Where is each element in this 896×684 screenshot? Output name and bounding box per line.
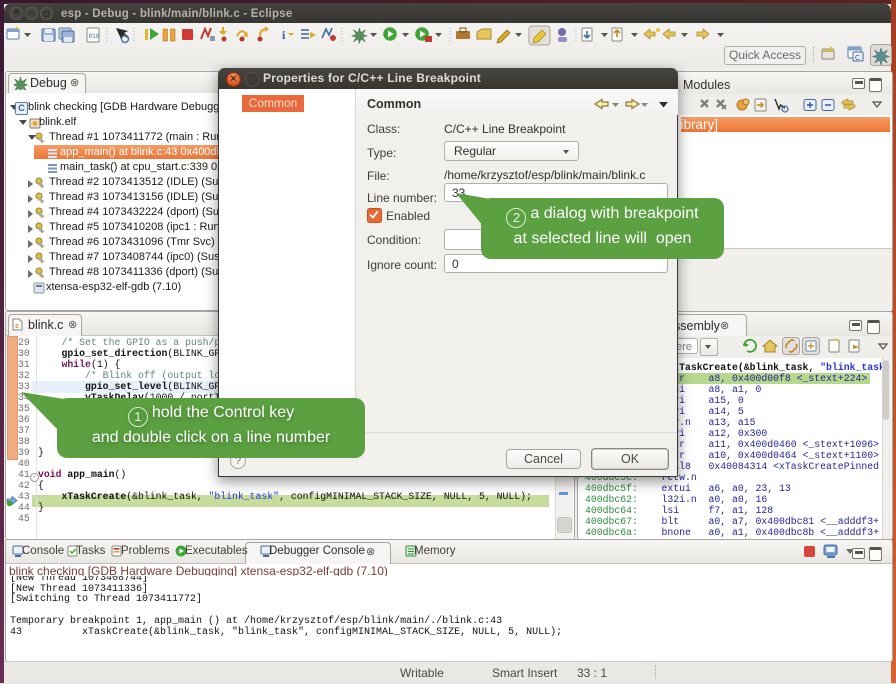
svg-text:i: i: [282, 28, 286, 42]
svg-text:010: 010: [89, 33, 100, 40]
svg-text:C: C: [855, 55, 860, 62]
